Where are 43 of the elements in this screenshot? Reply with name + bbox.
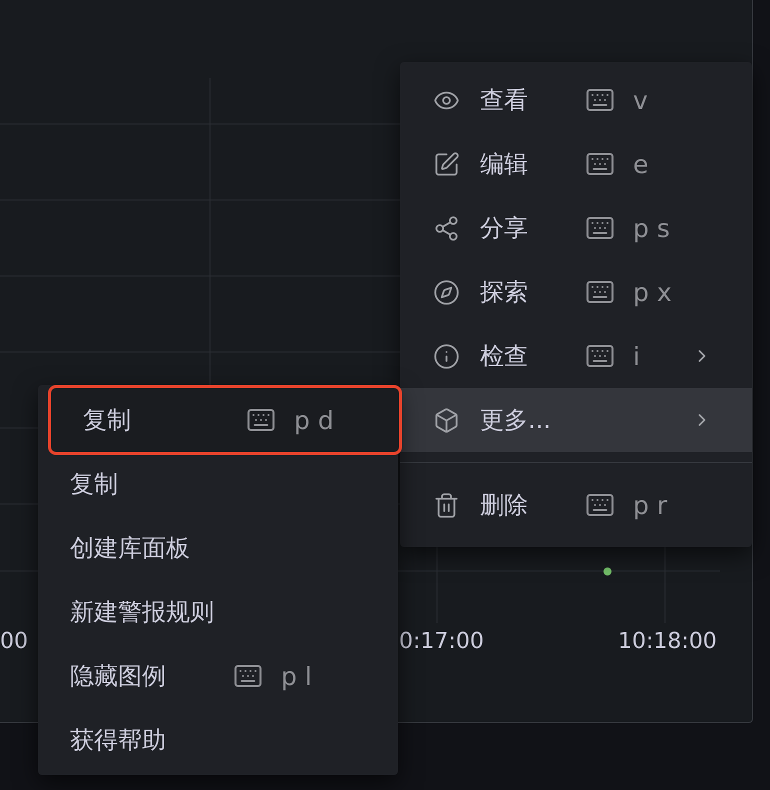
- menu-item-label: 查看: [480, 88, 529, 112]
- axis-label: 0:17:00: [399, 631, 484, 653]
- shortcut-text: e: [633, 152, 648, 176]
- submenu-item-label: 隐藏图例: [70, 664, 167, 688]
- cube-icon: [433, 406, 460, 434]
- compass-icon: [433, 278, 460, 306]
- submenu-item-label: 复制: [83, 408, 132, 432]
- submenu-item[interactable]: 新建警报规则: [38, 580, 398, 644]
- shortcut-text: i: [633, 344, 640, 368]
- submenu-item-label: 新建警报规则: [70, 600, 215, 624]
- submenu-item[interactable]: 创建库面板: [38, 516, 398, 580]
- axis-label: 10:18:00: [618, 631, 717, 653]
- menu-item-label: 编辑: [480, 152, 529, 176]
- shortcut-text: p l: [281, 664, 312, 688]
- shortcut-text: p x: [633, 280, 672, 304]
- menu-item[interactable]: 编辑 e: [400, 132, 752, 196]
- edit-icon: [433, 150, 460, 178]
- menu-item[interactable]: 删除 p r: [400, 473, 752, 537]
- shortcut-text: p s: [633, 216, 670, 240]
- menu-item-label: 删除: [480, 493, 529, 517]
- shortcut-text: p r: [633, 492, 668, 518]
- submenu-item-label: 获得帮助: [70, 728, 167, 752]
- info-icon: [433, 342, 460, 370]
- submenu-item[interactable]: 复制 p d: [48, 385, 402, 455]
- menu-item[interactable]: 检查 i: [400, 324, 752, 388]
- shortcut-text: p d: [294, 408, 334, 432]
- menu-item[interactable]: 分享 p s: [400, 196, 752, 260]
- menu-item-label: 探索: [480, 280, 529, 304]
- menu-item[interactable]: 查看 v: [400, 68, 752, 132]
- share-icon: [433, 214, 460, 242]
- menu-item[interactable]: 探索 p x: [400, 260, 752, 324]
- submenu-item-label: 创建库面板: [70, 536, 191, 560]
- menu-item-label: 检查: [480, 344, 529, 368]
- submenu-item[interactable]: 隐藏图例 p l: [38, 644, 398, 708]
- menu-item-label: 分享: [480, 216, 529, 240]
- shortcut-text: v: [633, 88, 648, 112]
- menu-item-label: 更多...: [480, 408, 552, 432]
- submenu-item-label: 复制: [70, 472, 119, 496]
- axis-label: 00: [0, 631, 28, 653]
- menu-item[interactable]: 更多...: [400, 388, 752, 452]
- submenu-item[interactable]: 复制: [38, 452, 398, 516]
- submenu-item[interactable]: 获得帮助: [38, 708, 398, 772]
- trash-icon: [433, 492, 460, 518]
